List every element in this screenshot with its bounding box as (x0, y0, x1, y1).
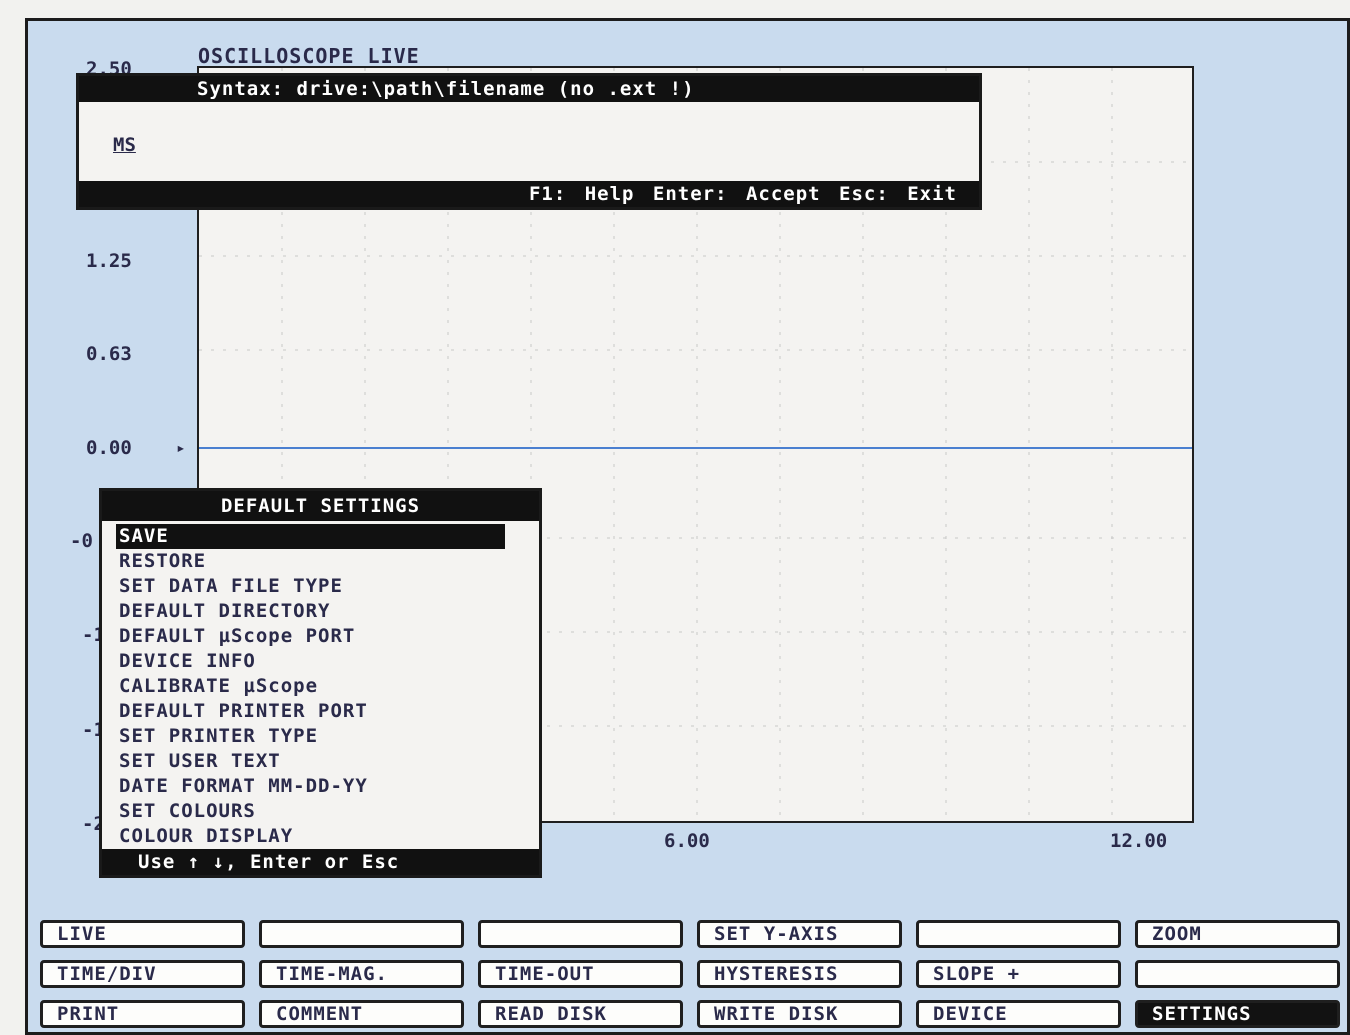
menu-item-set-colours[interactable]: SET COLOURS (102, 799, 522, 824)
trigger-marker-icon: ▸ (176, 438, 186, 457)
menu-item-set-user-text[interactable]: SET USER TEXT (102, 749, 522, 774)
menu-item-device-info[interactable]: DEVICE INFO (102, 649, 522, 674)
softkey-device[interactable]: DEVICE (916, 1000, 1121, 1028)
softkey-print[interactable]: PRINT (40, 1000, 245, 1028)
softkey-read-disk[interactable]: READ DISK (478, 1000, 683, 1028)
y-tick-label: 1.25 (86, 250, 132, 272)
app-title: OSCILLOSCOPE LIVE (198, 44, 420, 68)
x-tick-label: 6.00 (664, 830, 710, 852)
menu-item-default-printer-port[interactable]: DEFAULT PRINTER PORT (102, 699, 522, 724)
y-tick-label: 0.00 (86, 437, 132, 459)
menu-item-restore[interactable]: RESTORE (102, 549, 522, 574)
filename-dialog: Syntax: drive:\path\filename (no .ext !)… (76, 73, 982, 210)
menu-item-calibrate-uscope[interactable]: CALIBRATE µScope (102, 674, 522, 699)
y-tick-label: 0.63 (86, 343, 132, 365)
default-settings-menu: DEFAULT SETTINGS SAVE RESTORE SET DATA F… (99, 488, 542, 878)
softkey-blank[interactable] (259, 920, 464, 948)
menu-item-date-format[interactable]: DATE FORMAT MM-DD-YY (102, 774, 522, 799)
menu-title: DEFAULT SETTINGS (102, 491, 539, 521)
dialog-syntax-hint: Syntax: drive:\path\filename (no .ext !) (79, 76, 979, 102)
menu-item-set-data-file-type[interactable]: SET DATA FILE TYPE (102, 574, 522, 599)
filename-input[interactable]: MS (113, 134, 136, 156)
softkey-zoom[interactable]: ZOOM (1135, 920, 1340, 948)
dialog-key-help: F1: Help Enter: Accept Esc: Exit (79, 181, 979, 207)
menu-item-colour-display[interactable]: COLOUR DISPLAY (102, 824, 522, 849)
softkey-panel: LIVE SET Y-AXIS ZOOM TIME/DIV TIME-MAG. … (40, 920, 1340, 1030)
softkey-hysteresis[interactable]: HYSTERESIS (697, 960, 902, 988)
menu-key-help: Use ↑ ↓, Enter or Esc (102, 849, 539, 875)
y-tick-label: -0 (70, 530, 93, 552)
softkey-blank[interactable] (1135, 960, 1340, 988)
softkey-slope[interactable]: SLOPE + (916, 960, 1121, 988)
menu-item-set-printer-type[interactable]: SET PRINTER TYPE (102, 724, 522, 749)
softkey-comment[interactable]: COMMENT (259, 1000, 464, 1028)
softkey-write-disk[interactable]: WRITE DISK (697, 1000, 902, 1028)
x-tick-label: 12.00 (1110, 830, 1168, 852)
softkey-live[interactable]: LIVE (40, 920, 245, 948)
softkey-set-y-axis[interactable]: SET Y-AXIS (697, 920, 902, 948)
softkey-settings[interactable]: SETTINGS (1135, 1000, 1340, 1028)
menu-item-save[interactable]: SAVE (116, 524, 505, 549)
menu-item-default-uscope-port[interactable]: DEFAULT µScope PORT (102, 624, 522, 649)
menu-list: SAVE RESTORE SET DATA FILE TYPE DEFAULT … (102, 524, 539, 849)
softkey-time-div[interactable]: TIME/DIV (40, 960, 245, 988)
softkey-blank[interactable] (916, 920, 1121, 948)
menu-item-default-directory[interactable]: DEFAULT DIRECTORY (102, 599, 522, 624)
softkey-time-out[interactable]: TIME-OUT (478, 960, 683, 988)
softkey-blank[interactable] (478, 920, 683, 948)
softkey-time-mag[interactable]: TIME-MAG. (259, 960, 464, 988)
